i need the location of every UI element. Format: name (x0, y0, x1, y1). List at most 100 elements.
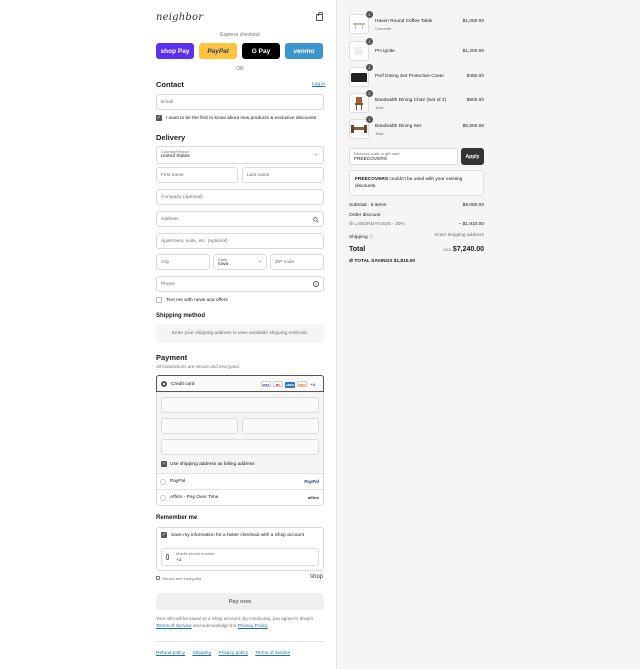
amex-icon: AMEX (285, 382, 296, 388)
paypal-label: PayPal (207, 47, 229, 55)
order-discount-label: Order discount (349, 213, 381, 218)
newsletter-checkbox[interactable]: ✓ (156, 115, 162, 121)
help-icon[interactable]: ⓘ (369, 235, 374, 240)
currency-code: USD (443, 247, 452, 252)
pay-now-label: Pay now (228, 598, 252, 605)
item-name: Bandwidth Dining Set (375, 124, 421, 129)
discount-code-value: FREECOVERS (354, 157, 388, 162)
credit-card-option[interactable]: Credit card VISA MC AMEX DISC +4 (156, 375, 324, 392)
item-price: $450.00 (466, 74, 484, 79)
save-info-label: Save my information for a faster checkou… (171, 533, 305, 538)
card-number-field[interactable] (161, 397, 319, 413)
privacy-policy-link[interactable]: Privacy policy (219, 651, 248, 656)
venmo-button[interactable]: venmo (285, 43, 323, 59)
shipping-value: Enter shipping address (434, 233, 484, 238)
phone-field[interactable]: Phone ? (156, 276, 324, 292)
zip-placeholder: ZIP code (275, 259, 295, 265)
legal-text: Your info will be saved to a Shop accoun… (156, 615, 324, 630)
credit-card-label: Credit card (171, 382, 195, 387)
item-thumbnail (349, 93, 369, 113)
address-placeholder: Address (161, 216, 179, 222)
billing-same-checkbox[interactable]: ✓ (161, 461, 167, 467)
item-qty-badge: 1 (366, 11, 373, 18)
item-price: $1,000.00 (462, 19, 484, 24)
apartment-field[interactable]: Apartment, suite, etc. (optional) (156, 233, 324, 249)
mobile-phone-icon (166, 554, 169, 560)
discount-code-label: Discount code or gift card (354, 151, 400, 156)
shopping-bag-icon[interactable] (316, 12, 323, 21)
legal-text-part-3: . (267, 623, 269, 628)
shop-logo: shop (310, 574, 324, 580)
paypal-option[interactable]: PayPal PayPal (157, 473, 323, 489)
mobile-phone-field[interactable]: Mobile phone number +1 (161, 548, 319, 566)
address-field[interactable]: Address (156, 211, 324, 227)
google-pay-button[interactable]: G Pay (242, 43, 280, 59)
shipping-method-heading: Shipping method (156, 313, 205, 319)
apply-label: Apply (465, 153, 480, 160)
affirm-option[interactable]: Affirm - Pay Over Time affirm (157, 489, 323, 505)
country-select[interactable]: Country/Region United States ⌄ (156, 146, 324, 164)
paypal-button[interactable]: PayPal (199, 43, 237, 59)
mobile-phone-label: Mobile phone number (176, 551, 215, 556)
item-qty-badge: 1 (366, 116, 373, 123)
subtotal-row: Subtotal · 5 items $9,050.00 (349, 203, 484, 208)
zip-field[interactable]: ZIP code (270, 254, 324, 270)
item-price: $900.00 (466, 98, 484, 103)
lock-icon (156, 576, 160, 580)
login-link[interactable]: Log in (312, 82, 325, 87)
item-thumbnail (349, 41, 369, 61)
discount-code-field[interactable]: Discount code or gift card FREECOVERS (349, 148, 458, 165)
shipping-label: Shipping (349, 235, 368, 240)
expiry-field[interactable] (161, 418, 238, 434)
checkout-main: neighbor Express checkout shop Pay PayPa… (0, 0, 336, 669)
paypal-radio[interactable] (160, 479, 166, 485)
mastercard-icon: MC (273, 381, 284, 387)
total-row: Total USD $7,240.00 (349, 246, 484, 253)
payment-heading: Payment (156, 353, 188, 362)
shipping-link[interactable]: Shipping (192, 651, 211, 656)
pay-now-button[interactable]: Pay now (156, 593, 324, 610)
company-field[interactable]: Company (optional) (156, 189, 324, 205)
savings-tag-icon: ⊘ (349, 259, 354, 264)
text-me-checkbox[interactable] (156, 297, 162, 303)
footer-links: Refund policy Shipping Privacy policy Te… (156, 650, 296, 656)
apply-button[interactable]: Apply (461, 148, 484, 165)
secure-label: Secure and encrypted (162, 576, 202, 581)
affirm-logo: affirm (307, 495, 319, 500)
legal-text-part-2: and acknowledge the (193, 623, 237, 628)
affirm-radio[interactable] (160, 495, 166, 501)
payment-subtitle: All transactions are secure and encrypte… (156, 364, 241, 369)
first-name-field[interactable]: First name (156, 167, 238, 183)
email-placeholder: Email (161, 99, 173, 105)
save-info-checkbox[interactable]: ✓ (161, 532, 167, 538)
shop-pay-button[interactable]: shop Pay (156, 43, 194, 59)
remember-me-box: ✓ Save my information for a faster check… (156, 527, 324, 571)
visa-icon: VISA (261, 381, 272, 387)
item-name: Haven Round Coffee Table (375, 19, 433, 24)
phone-placeholder: Phone (161, 281, 175, 287)
security-code-field[interactable] (242, 418, 319, 434)
name-on-card-field[interactable] (161, 439, 319, 455)
google-pay-label: G Pay (251, 47, 271, 55)
city-field[interactable]: City (156, 254, 210, 270)
terms-link[interactable]: Terms of Service (156, 624, 192, 629)
subtotal-value: $9,050.00 (462, 203, 484, 208)
search-icon (313, 217, 319, 223)
brand-logo[interactable]: neighbor (156, 12, 203, 23)
or-divider: OR (236, 66, 244, 72)
savings-value: $1,810.00 (393, 259, 416, 264)
discount-code-line: LABORDAY2025 - 20% (354, 222, 405, 227)
help-icon[interactable]: ? (313, 281, 319, 287)
state-select[interactable]: State Iowa ⌄ (213, 254, 267, 270)
subtotal-label: Subtotal · 5 items (349, 203, 387, 208)
item-name: Perf Dining Set Protective Cover (375, 74, 445, 79)
email-field[interactable]: Email (156, 94, 324, 110)
refund-policy-link[interactable]: Refund policy (156, 651, 185, 656)
credit-card-radio[interactable] (161, 381, 167, 387)
discount-code-row: ⊘ LABORDAY2025 - 20% – $1,810.00 (349, 222, 484, 227)
more-cards-count: +4 (310, 382, 315, 387)
last-name-field[interactable]: Last name (242, 167, 324, 183)
privacy-link[interactable]: Privacy Policy (238, 624, 268, 629)
country-value: United States (161, 154, 190, 159)
terms-of-service-link[interactable]: Terms of service (255, 651, 290, 656)
